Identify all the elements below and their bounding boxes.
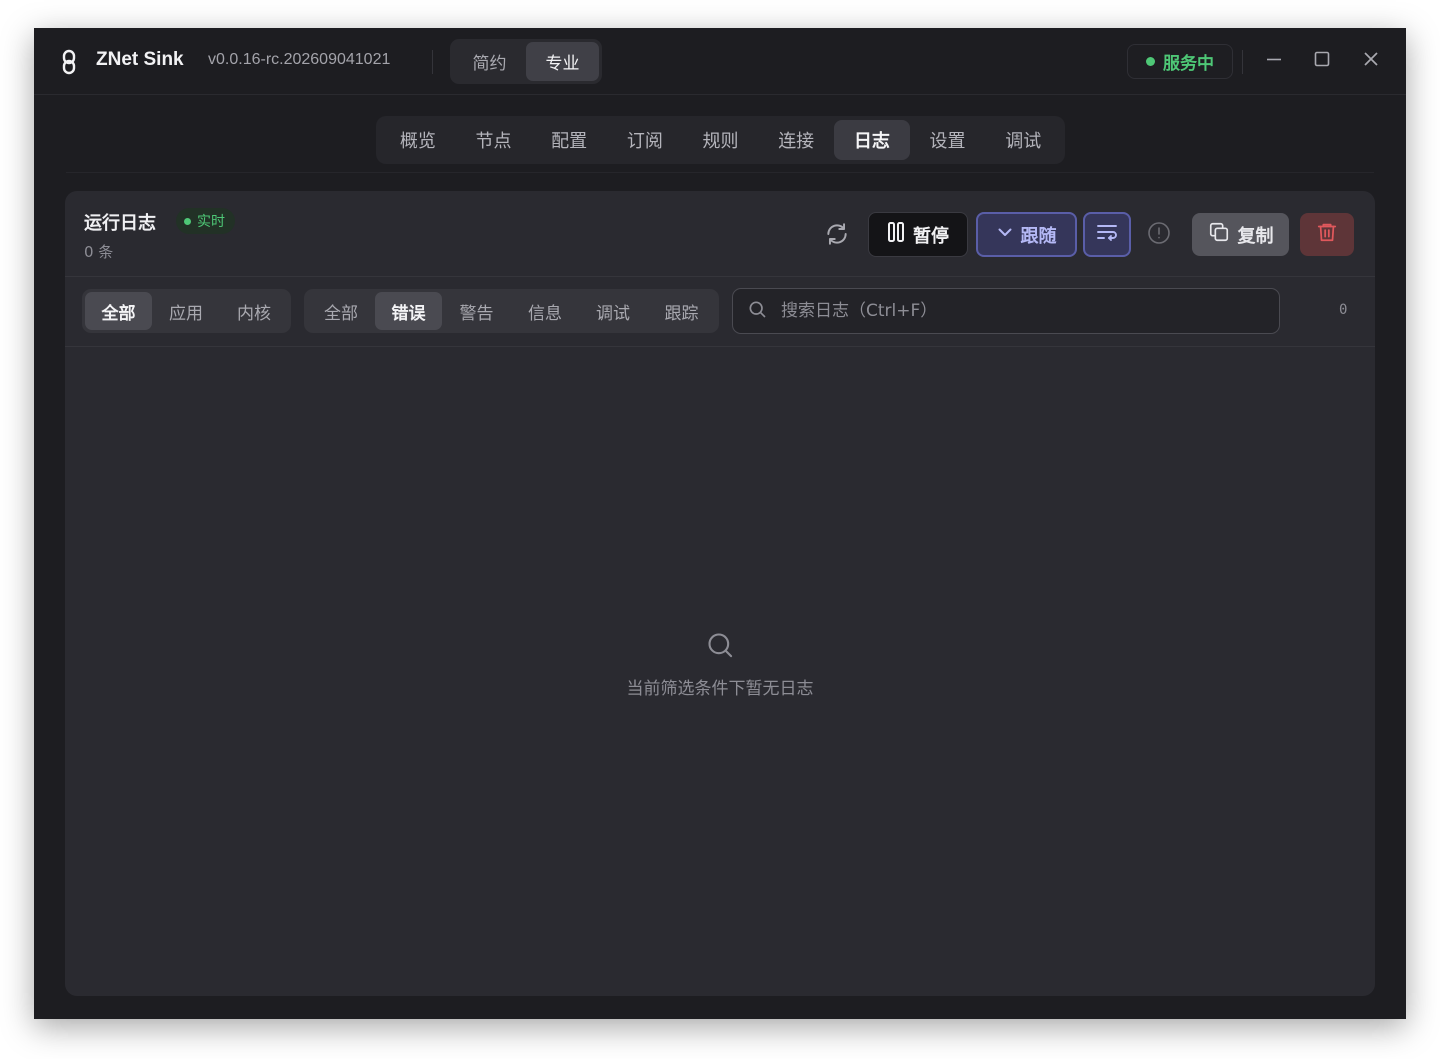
maximize-icon xyxy=(1314,51,1330,71)
refresh-button[interactable] xyxy=(822,221,852,251)
mode-pro-button[interactable]: 专业 xyxy=(526,42,599,81)
tab-settings[interactable]: 设置 xyxy=(910,120,986,160)
match-count: 0 xyxy=(1339,302,1348,318)
source-all-button[interactable]: 全部 xyxy=(85,292,152,330)
log-count: 0 条 xyxy=(84,243,114,261)
nav-divider xyxy=(66,172,1374,173)
source-app-button[interactable]: 应用 xyxy=(152,292,220,330)
live-badge-label: 实时 xyxy=(197,214,225,230)
service-status-badge[interactable]: 服务中 xyxy=(1127,44,1233,79)
tab-nodes[interactable]: 节点 xyxy=(456,120,532,160)
pause-icon xyxy=(887,221,905,248)
tab-subscriptions[interactable]: 订阅 xyxy=(607,120,683,160)
close-icon xyxy=(1363,51,1379,71)
level-info-button[interactable]: 信息 xyxy=(511,292,579,330)
empty-state-message: 当前筛选条件下暂无日志 xyxy=(626,679,814,699)
title-divider-right xyxy=(1242,50,1243,74)
status-dot-icon xyxy=(1146,57,1155,66)
level-warning-button[interactable]: 警告 xyxy=(442,292,511,330)
minimize-button[interactable] xyxy=(1263,50,1285,72)
app-version: v0.0.16-rc.202609041021 xyxy=(208,51,391,68)
pause-label: 暂停 xyxy=(913,225,949,247)
level-debug-button[interactable]: 调试 xyxy=(579,292,647,330)
wrap-lines-icon xyxy=(1095,220,1119,249)
source-filter: 全部 应用 内核 xyxy=(82,289,291,333)
empty-search-icon xyxy=(706,631,734,659)
copy-icon xyxy=(1208,221,1230,248)
tab-connections[interactable]: 连接 xyxy=(758,120,834,160)
minimize-icon xyxy=(1266,51,1282,71)
live-dot-icon xyxy=(184,217,191,225)
tab-debug[interactable]: 调试 xyxy=(985,120,1061,160)
level-trace-button[interactable]: 跟踪 xyxy=(647,292,716,330)
tab-overview[interactable]: 概览 xyxy=(380,120,456,160)
search-icon xyxy=(747,299,767,323)
chevron-down-icon xyxy=(997,224,1013,245)
title-bar[interactable]: ZNet Sink v0.0.16-rc.202609041021 简约 专业 … xyxy=(34,28,1406,95)
main-nav: 概览 节点 配置 订阅 规则 连接 日志 设置 调试 xyxy=(376,116,1065,164)
maximize-button[interactable] xyxy=(1311,50,1333,72)
level-filter: 全部 错误 警告 信息 调试 跟踪 xyxy=(304,289,719,333)
copy-label: 复制 xyxy=(1237,225,1274,247)
clear-logs-button[interactable] xyxy=(1300,213,1354,256)
live-badge: 实时 xyxy=(176,208,235,234)
filter-divider xyxy=(65,346,1375,347)
pause-button[interactable]: 暂停 xyxy=(868,212,968,257)
log-search-input[interactable] xyxy=(781,301,1251,321)
follow-button[interactable]: 跟随 xyxy=(976,212,1077,257)
app-name: ZNet Sink xyxy=(96,49,184,70)
toolbar-divider xyxy=(65,276,1375,277)
mode-simple-button[interactable]: 简约 xyxy=(453,42,526,81)
tab-logs[interactable]: 日志 xyxy=(834,120,910,160)
wrap-lines-button[interactable] xyxy=(1083,212,1131,257)
service-status-label: 服务中 xyxy=(1163,54,1214,74)
follow-label: 跟随 xyxy=(1020,225,1057,247)
title-divider xyxy=(432,50,433,74)
tab-config[interactable]: 配置 xyxy=(531,120,607,160)
copy-button[interactable]: 复制 xyxy=(1192,213,1289,256)
level-all-button[interactable]: 全部 xyxy=(307,292,375,330)
panel-title: 运行日志 xyxy=(84,213,156,234)
log-panel: 运行日志 实时 0 条 暂停 跟随 复制 全部 应用 内核 全部 错误 警告 信… xyxy=(65,191,1375,996)
trash-icon xyxy=(1316,221,1338,248)
tab-rules[interactable]: 规则 xyxy=(683,120,759,160)
app-window: ZNet Sink v0.0.16-rc.202609041021 简约 专业 … xyxy=(34,28,1406,1019)
level-error-button[interactable]: 错误 xyxy=(375,292,442,330)
refresh-icon xyxy=(824,221,850,251)
info-button[interactable] xyxy=(1146,222,1172,248)
mode-switch: 简约 专业 xyxy=(450,39,602,84)
close-button[interactable] xyxy=(1360,50,1382,72)
log-search-box[interactable] xyxy=(732,288,1280,334)
source-core-button[interactable]: 内核 xyxy=(220,292,288,330)
alert-circle-icon xyxy=(1147,221,1171,249)
chain-link-icon xyxy=(60,49,80,75)
